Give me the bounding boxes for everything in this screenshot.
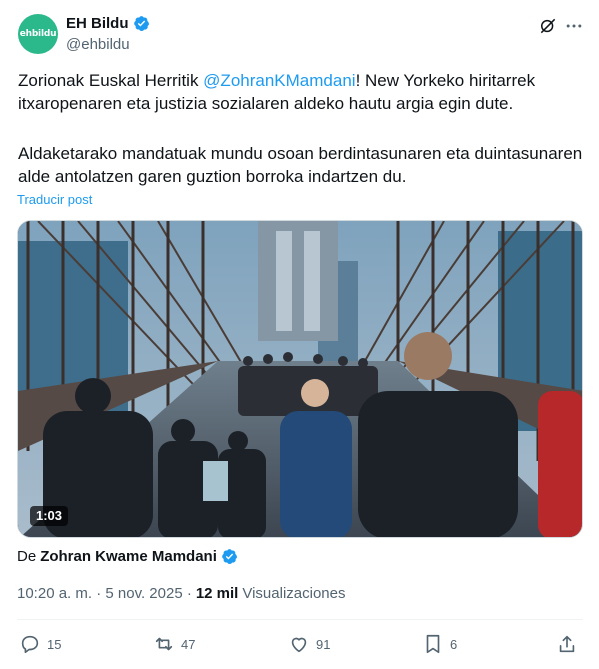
reply-icon xyxy=(21,635,39,654)
repost-button[interactable]: 47 xyxy=(153,630,195,658)
attribution-author[interactable]: Zohran Kwame Mamdani xyxy=(40,548,217,565)
tweet-meta: 10:20 a. m. · 5 nov. 2025 · 12 mil Visua… xyxy=(17,585,345,602)
mention-link[interactable]: @ZohranKMamdani xyxy=(203,71,355,90)
divider xyxy=(17,619,583,620)
share-button[interactable] xyxy=(556,630,578,658)
action-bar: 15 47 91 6 xyxy=(17,630,583,658)
handle[interactable]: @ehbildu xyxy=(66,36,130,53)
bookmark-count: 6 xyxy=(450,636,458,652)
video-player[interactable] xyxy=(17,220,583,538)
avatar-text: ehbildu xyxy=(19,29,57,39)
repost-icon xyxy=(155,637,173,651)
bookmark-icon xyxy=(426,634,440,654)
timestamp[interactable]: 10:20 a. m. · 5 nov. 2025 · xyxy=(17,585,192,602)
attribution-prefix: De xyxy=(17,548,37,565)
reply-count: 15 xyxy=(47,636,62,652)
like-icon xyxy=(291,637,307,653)
tweet-text-part1: Zorionak Euskal Herritik xyxy=(18,71,204,90)
like-button[interactable]: 91 xyxy=(288,630,330,658)
verified-badge-icon xyxy=(222,549,237,564)
bookmark-button[interactable]: 6 xyxy=(422,630,457,658)
repost-count: 47 xyxy=(181,636,196,652)
translate-post-link[interactable]: Traducir post xyxy=(17,192,92,207)
tweet-text: Zorionak Euskal Herritik @ZohranKMamdani… xyxy=(18,69,583,115)
grok-icon[interactable] xyxy=(538,16,558,36)
video-duration: 1:03 xyxy=(30,506,69,526)
share-icon xyxy=(559,635,575,653)
author-name-row[interactable]: EH Bildu xyxy=(66,15,150,32)
views-count: 12 mil xyxy=(195,585,239,602)
verified-badge-icon xyxy=(133,16,149,31)
avatar[interactable]: ehbildu xyxy=(18,14,58,54)
reply-button[interactable]: 15 xyxy=(19,630,61,658)
display-name[interactable]: EH Bildu xyxy=(66,15,129,32)
like-count: 91 xyxy=(316,636,331,652)
views-label: Visualizaciones xyxy=(242,585,346,602)
more-icon[interactable] xyxy=(564,16,584,36)
video-thumbnail xyxy=(18,221,582,537)
video-attribution[interactable]: De Zohran Kwame Mamdani xyxy=(17,548,238,565)
tweet-paragraph-2: Aldaketarako mandatuak mundu osoan berdi… xyxy=(18,144,583,186)
